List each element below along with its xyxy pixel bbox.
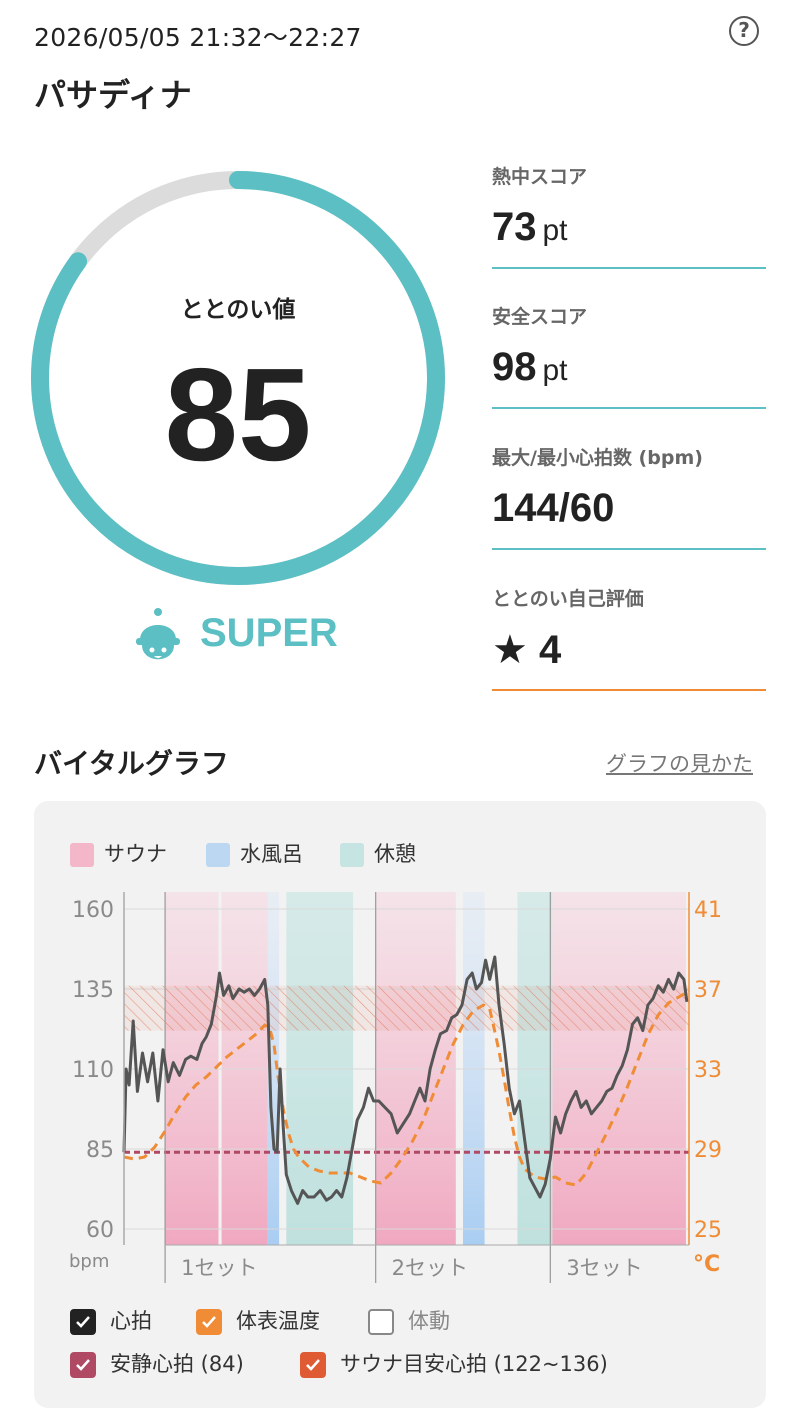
safety-score-unit: pt xyxy=(542,354,568,387)
toggle-skin-temp[interactable]: 体表温度 xyxy=(196,1305,320,1335)
rank-label: SUPER xyxy=(200,611,338,655)
y-tick-right: 37 xyxy=(694,978,722,1003)
divider xyxy=(492,407,766,409)
heart-rate-range: 最大/最小心拍数 (bpm) 144/60 xyxy=(492,443,766,550)
safety-score-label: 安全スコア xyxy=(492,306,588,328)
heart-rate-range-value: 144/60 xyxy=(492,486,615,530)
checkbox[interactable] xyxy=(368,1309,394,1335)
facility-name: パサディナ xyxy=(34,76,192,114)
toggle-sauna-zone[interactable]: サウナ目安心拍 (122~136) xyxy=(300,1348,608,1378)
checkbox[interactable] xyxy=(300,1352,326,1378)
checkbox[interactable] xyxy=(196,1309,222,1335)
graph-guide-link[interactable]: グラフの見かた xyxy=(606,748,753,778)
legend-sauna: サウナ xyxy=(70,838,167,868)
sauna-hat-face-icon xyxy=(136,608,180,660)
gauge-value: 85 xyxy=(164,341,312,488)
help-icon[interactable]: ? xyxy=(729,16,759,46)
y-tick-right: 25 xyxy=(694,1218,722,1243)
safety-score-value: 98 pt xyxy=(492,345,766,395)
checkbox[interactable] xyxy=(70,1352,96,1378)
legend-label: 水風呂 xyxy=(240,842,303,866)
y-tick-left: 60 xyxy=(86,1218,114,1243)
heat-score-number: 73 xyxy=(492,205,537,249)
legend-cold-bath: 水風呂 xyxy=(206,838,303,868)
divider xyxy=(492,267,766,269)
y-tick-right: 33 xyxy=(694,1058,722,1083)
divider xyxy=(492,689,766,691)
legend-swatch xyxy=(70,843,94,867)
toggle-heart-rate[interactable]: 心拍 xyxy=(70,1305,152,1335)
y-tick-left: 110 xyxy=(72,1058,114,1083)
y-tick-right: 41 xyxy=(694,898,722,923)
y-tick-left: 85 xyxy=(86,1138,114,1163)
self-rating-label: ととのい自己評価 xyxy=(492,588,644,610)
heat-score: 熱中スコア 73 pt xyxy=(492,162,766,269)
set-label: 3セット xyxy=(566,1256,642,1280)
set-label: 2セット xyxy=(392,1256,468,1280)
toggle-label: 体表温度 xyxy=(236,1309,320,1333)
toggle-label: 心拍 xyxy=(110,1309,152,1333)
divider xyxy=(492,548,766,550)
y-unit-right: °C xyxy=(693,1252,720,1277)
set-label: 1セット xyxy=(181,1256,257,1280)
toggle-resting-hr[interactable]: 安静心拍 (84) xyxy=(70,1348,244,1378)
checkbox[interactable] xyxy=(70,1309,96,1335)
gauge-label: ととのい値 xyxy=(180,297,296,323)
vital-chart: 160 135 110 85 60 41 37 33 29 25 bpm °C 1セット 2セット 3セット xyxy=(69,892,722,1283)
heart-rate-range-label: 最大/最小心拍数 (bpm) xyxy=(492,447,703,469)
toggle-body-motion[interactable]: 体動 xyxy=(368,1305,450,1335)
legend-rest: 休憩 xyxy=(340,838,416,868)
legend-swatch xyxy=(206,843,230,867)
heat-score-value: 73 pt xyxy=(492,205,766,255)
y-tick-left: 160 xyxy=(72,898,114,923)
session-datetime: 2026/05/05 21:32～22:27 xyxy=(34,23,362,52)
y-tick-left: 135 xyxy=(72,978,114,1003)
y-tick-right: 29 xyxy=(694,1138,722,1163)
toggle-label: 安静心拍 (84) xyxy=(110,1352,244,1376)
heat-score-unit: pt xyxy=(542,214,568,247)
vital-graph-title: バイタルグラフ xyxy=(34,747,229,780)
heat-score-label: 熱中スコア xyxy=(492,166,588,188)
self-rating-value[interactable]: ★ 4 xyxy=(492,627,766,677)
sauna-zone-tint xyxy=(124,985,689,1031)
self-rating[interactable]: ととのい自己評価 ★ 4 xyxy=(492,584,766,691)
legend-label: 休憩 xyxy=(374,842,416,866)
safety-score: 安全スコア 98 pt xyxy=(492,302,766,409)
legend-label: サウナ xyxy=(104,842,167,866)
y-unit-left: bpm xyxy=(69,1251,109,1272)
toggle-label: サウナ目安心拍 (122~136) xyxy=(340,1352,608,1376)
toggle-label: 体動 xyxy=(408,1309,450,1333)
safety-score-number: 98 xyxy=(492,345,537,389)
legend-swatch xyxy=(340,843,364,867)
